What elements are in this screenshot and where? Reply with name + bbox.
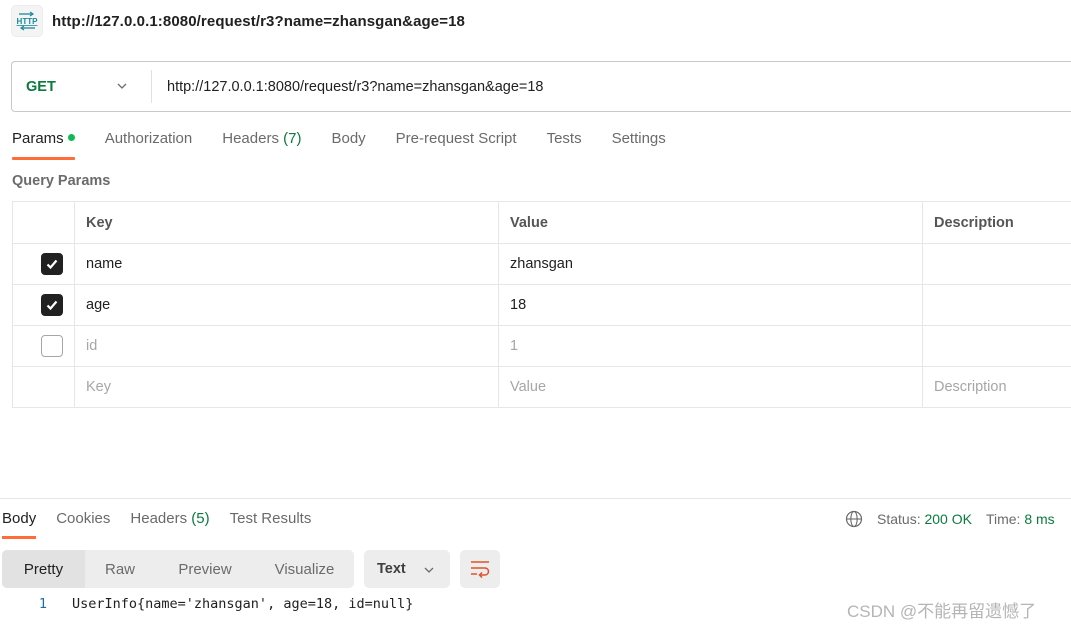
view-mode-raw[interactable]: Raw bbox=[85, 550, 155, 588]
params-active-dot-icon bbox=[67, 134, 75, 141]
tab-body[interactable]: Body bbox=[331, 130, 365, 152]
param-value-cell[interactable]: zhansgan bbox=[498, 243, 923, 285]
response-tab-cookies-label: Cookies bbox=[56, 510, 111, 527]
tab-headers-label: Headers bbox=[222, 130, 279, 147]
param-key-cell[interactable]: id bbox=[74, 325, 499, 367]
header-value: Value bbox=[498, 201, 923, 244]
tab-params[interactable]: Params bbox=[12, 130, 75, 160]
response-tab-test-results-label: Test Results bbox=[229, 510, 312, 527]
tab-headers-count: (7) bbox=[283, 130, 302, 147]
response-tab-headers[interactable]: Headers (5) bbox=[130, 510, 209, 527]
param-description-cell[interactable] bbox=[922, 243, 1071, 285]
header-check-cell bbox=[12, 201, 75, 244]
response-tab-cookies[interactable]: Cookies bbox=[56, 510, 110, 527]
check-cell bbox=[12, 366, 75, 408]
response-tabs: Body Cookies Headers (5) Test Results bbox=[2, 510, 331, 539]
chevron-down-icon bbox=[117, 83, 127, 89]
watermark: CSDN @不能再留遗憾了 bbox=[847, 602, 1037, 621]
status-label: Status: bbox=[877, 511, 921, 527]
url-bar: GET bbox=[11, 61, 1071, 112]
request-title-bar: HTTP http://127.0.0.1:8080/request/r3?na… bbox=[11, 5, 465, 37]
response-divider[interactable] bbox=[0, 498, 1071, 499]
tab-settings-label: Settings bbox=[611, 130, 666, 147]
method-label: GET bbox=[26, 78, 56, 95]
check-cell bbox=[12, 284, 75, 326]
wrap-lines-icon bbox=[471, 561, 490, 578]
check-cell bbox=[12, 243, 75, 285]
query-params-heading: Query Params bbox=[12, 173, 111, 189]
param-description-cell[interactable] bbox=[922, 325, 1071, 367]
tab-pre-request-script-label: Pre-request Script bbox=[395, 130, 517, 147]
url-divider bbox=[151, 70, 152, 103]
time-value[interactable]: 8 ms bbox=[1024, 511, 1054, 527]
globe-icon[interactable] bbox=[845, 510, 863, 528]
request-tabs: Params Authorization Headers (7) Body Pr… bbox=[12, 130, 696, 162]
format-select-value: Text bbox=[377, 561, 406, 577]
chevron-down-icon bbox=[424, 567, 434, 573]
view-mode-preview[interactable]: Preview bbox=[155, 550, 255, 588]
request-title[interactable]: http://127.0.0.1:8080/request/r3?name=zh… bbox=[52, 13, 465, 30]
header-key: Key bbox=[74, 201, 499, 244]
response-status-bar: Status: 200 OK Time: 8 ms bbox=[845, 510, 1055, 528]
table-row-new: Key Value Description bbox=[12, 366, 1071, 408]
http-icon: HTTP bbox=[11, 5, 43, 37]
svg-text:HTTP: HTTP bbox=[17, 17, 38, 26]
table-row: name zhansgan bbox=[12, 243, 1071, 285]
view-mode-pretty[interactable]: Pretty bbox=[2, 550, 85, 588]
tab-tests-label: Tests bbox=[546, 130, 582, 147]
tab-authorization[interactable]: Authorization bbox=[105, 130, 193, 152]
checkmark-icon bbox=[46, 259, 58, 270]
tab-tests[interactable]: Tests bbox=[547, 130, 582, 152]
new-value-placeholder[interactable]: Value bbox=[498, 366, 923, 408]
response-tab-headers-label: Headers bbox=[130, 510, 188, 527]
response-code-line: 1 UserInfo{name='zhansgan', age=18, id=n… bbox=[0, 596, 414, 612]
query-params-table: Key Value Description name zhansgan age … bbox=[12, 201, 1071, 408]
line-number: 1 bbox=[38, 596, 47, 612]
param-description-cell[interactable] bbox=[922, 284, 1071, 326]
param-value-cell[interactable]: 1 bbox=[498, 325, 923, 367]
tab-settings[interactable]: Settings bbox=[612, 130, 666, 152]
row-checkbox-checked[interactable] bbox=[41, 253, 63, 275]
method-select[interactable]: GET bbox=[12, 62, 151, 111]
view-mode-segmented: Pretty Raw Preview Visualize bbox=[2, 550, 354, 588]
tab-pre-request-script[interactable]: Pre-request Script bbox=[396, 130, 517, 152]
check-cell bbox=[12, 325, 75, 367]
table-row: age 18 bbox=[12, 284, 1071, 326]
response-tab-body[interactable]: Body bbox=[2, 510, 37, 539]
view-mode-visualize[interactable]: Visualize bbox=[255, 550, 354, 588]
param-key-cell[interactable]: age bbox=[74, 284, 499, 326]
row-checkbox-checked[interactable] bbox=[41, 294, 63, 316]
param-value-cell[interactable]: 18 bbox=[498, 284, 923, 326]
format-select[interactable]: Text bbox=[364, 550, 450, 588]
tab-params-label: Params bbox=[12, 130, 64, 147]
line-code[interactable]: UserInfo{name='zhansgan', age=18, id=nul… bbox=[72, 596, 413, 612]
tab-headers[interactable]: Headers (7) bbox=[222, 130, 301, 152]
new-key-placeholder[interactable]: Key bbox=[74, 366, 499, 408]
tab-authorization-label: Authorization bbox=[104, 130, 193, 147]
tab-body-label: Body bbox=[331, 130, 366, 147]
table-row: id 1 bbox=[12, 325, 1071, 367]
time-label: Time: bbox=[985, 511, 1021, 527]
checkmark-icon bbox=[46, 300, 58, 311]
response-tab-headers-count: (5) bbox=[191, 510, 210, 527]
table-header-row: Key Value Description bbox=[12, 201, 1071, 244]
response-tab-test-results[interactable]: Test Results bbox=[230, 510, 312, 527]
header-description: Description bbox=[922, 201, 1071, 244]
url-input[interactable] bbox=[167, 78, 1047, 95]
wrap-lines-button[interactable] bbox=[460, 550, 500, 588]
new-description-placeholder[interactable]: Description bbox=[922, 366, 1071, 408]
param-key-cell[interactable]: name bbox=[74, 243, 499, 285]
response-tab-body-label: Body bbox=[2, 510, 37, 527]
row-checkbox-unchecked[interactable] bbox=[41, 335, 63, 357]
status-value[interactable]: 200 OK bbox=[924, 511, 971, 527]
